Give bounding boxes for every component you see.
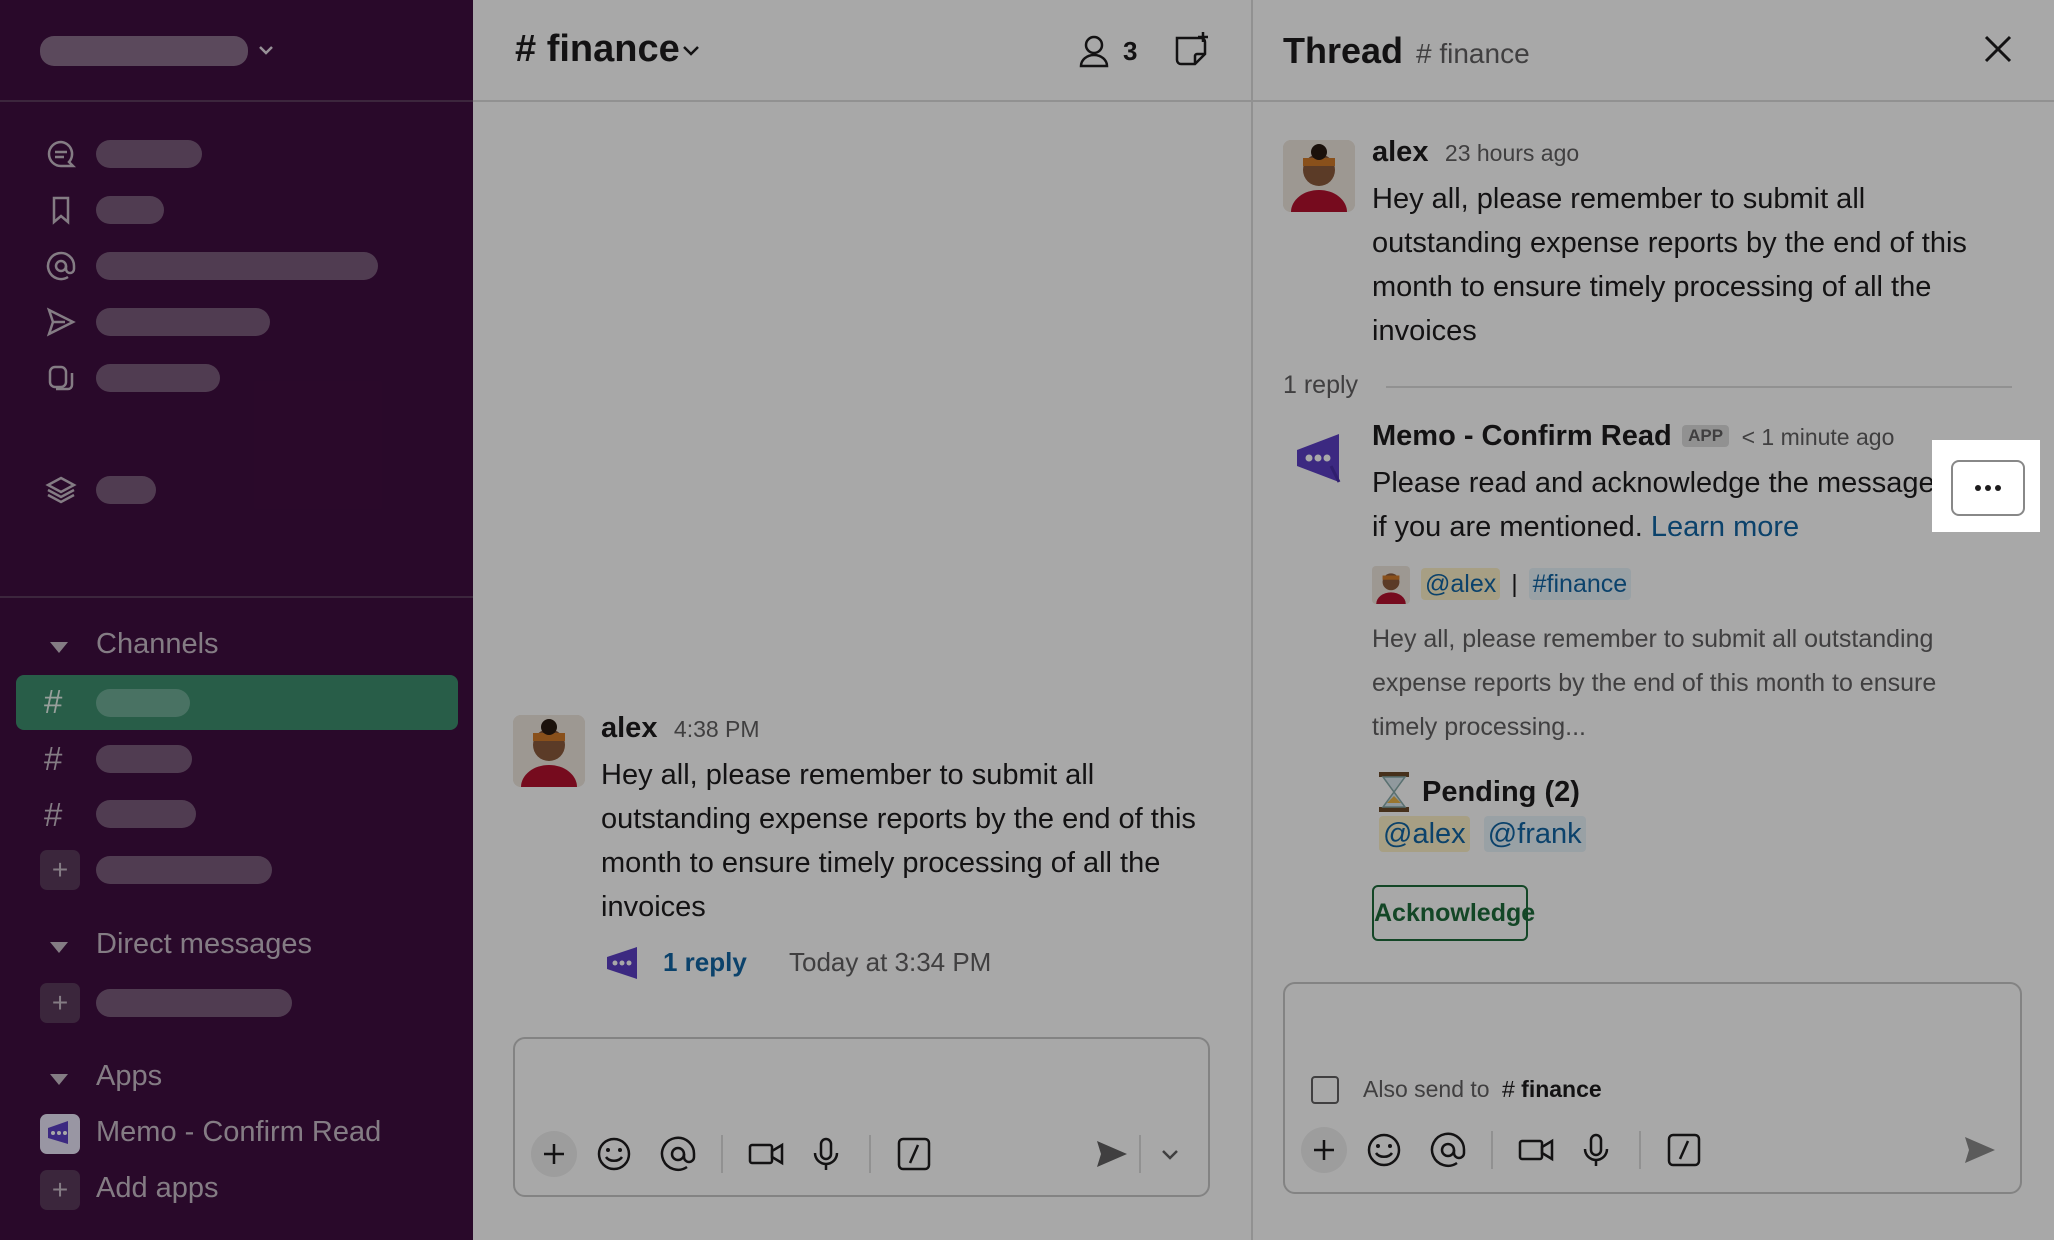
more-actions-button[interactable] — [1951, 460, 2025, 516]
dim-overlay — [0, 0, 2054, 1240]
ellipsis-icon — [1975, 485, 2001, 491]
